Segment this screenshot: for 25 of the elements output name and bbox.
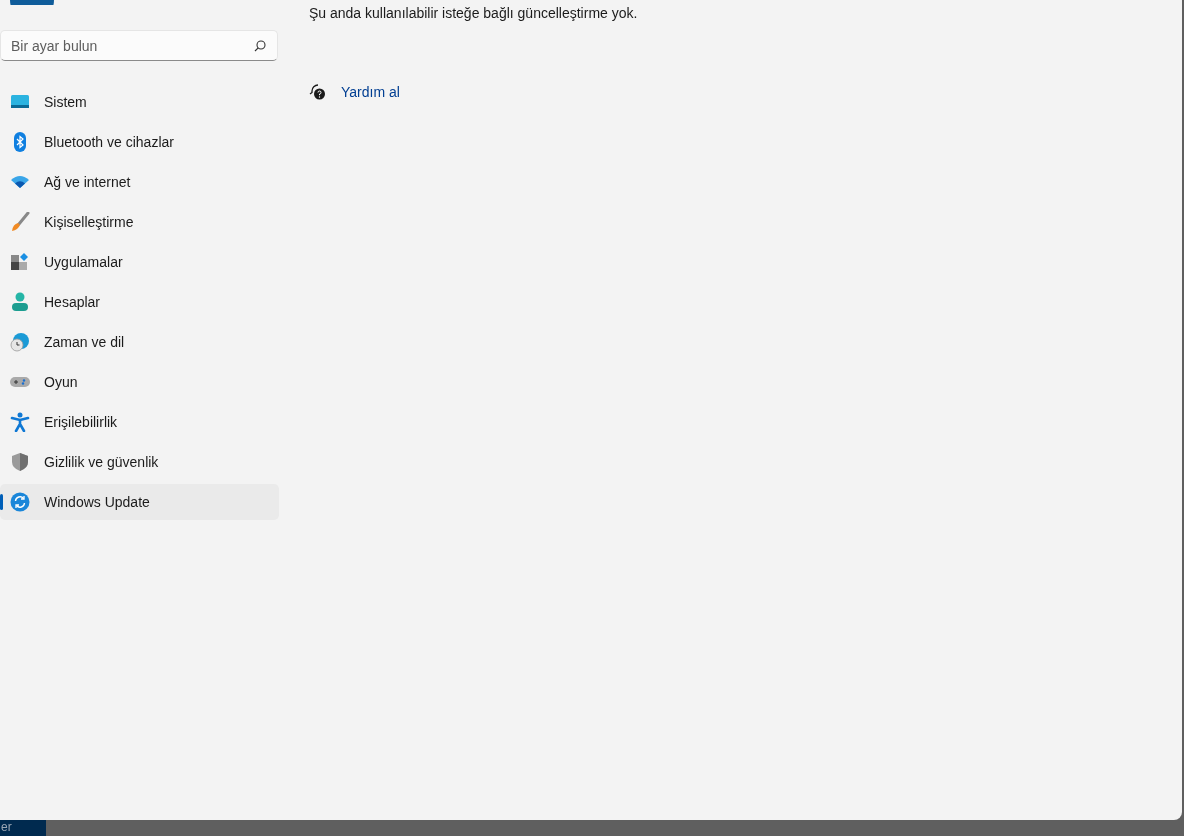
- sidebar-item[interactable]: Gizlilik ve güvenlik: [0, 444, 279, 480]
- selection-indicator: [0, 494, 3, 510]
- status-message: Şu anda kullanılabilir isteğe bağlı güncelleştirme yok.: [309, 4, 638, 23]
- sidebar-item[interactable]: Ağ ve internet: [0, 164, 279, 200]
- help-chat-icon: [309, 84, 327, 101]
- help-link[interactable]: Yardım al: [341, 82, 400, 103]
- sidebar-item[interactable]: Sistem: [0, 84, 279, 120]
- sidebar-item[interactable]: Oyun: [0, 364, 279, 400]
- sidebar-item[interactable]: Zaman ve dil: [0, 324, 279, 360]
- sidebar-item[interactable]: Hesaplar: [0, 284, 279, 320]
- sidebar-item[interactable]: Kişiselleştirme: [0, 204, 279, 240]
- search-icon: [254, 40, 266, 52]
- apps-icon: [10, 252, 30, 272]
- shield-icon: [10, 452, 30, 472]
- search-field[interactable]: Bir ayar bulun: [0, 30, 278, 61]
- sync-icon: [10, 492, 30, 512]
- taskbar-button[interactable]: er: [0, 820, 46, 836]
- sidebar-item[interactable]: Windows Update: [0, 484, 279, 520]
- paintbrush-icon: [10, 212, 30, 232]
- sidebar-item[interactable]: Erişilebilirlik: [0, 404, 279, 440]
- accessibility-icon: [10, 412, 30, 432]
- globe-clock-icon: [10, 332, 30, 352]
- sidebar-item[interactable]: Bluetooth ve cihazlar: [0, 124, 279, 160]
- sidebar-item[interactable]: Uygulamalar: [0, 244, 279, 280]
- person-icon: [10, 292, 30, 312]
